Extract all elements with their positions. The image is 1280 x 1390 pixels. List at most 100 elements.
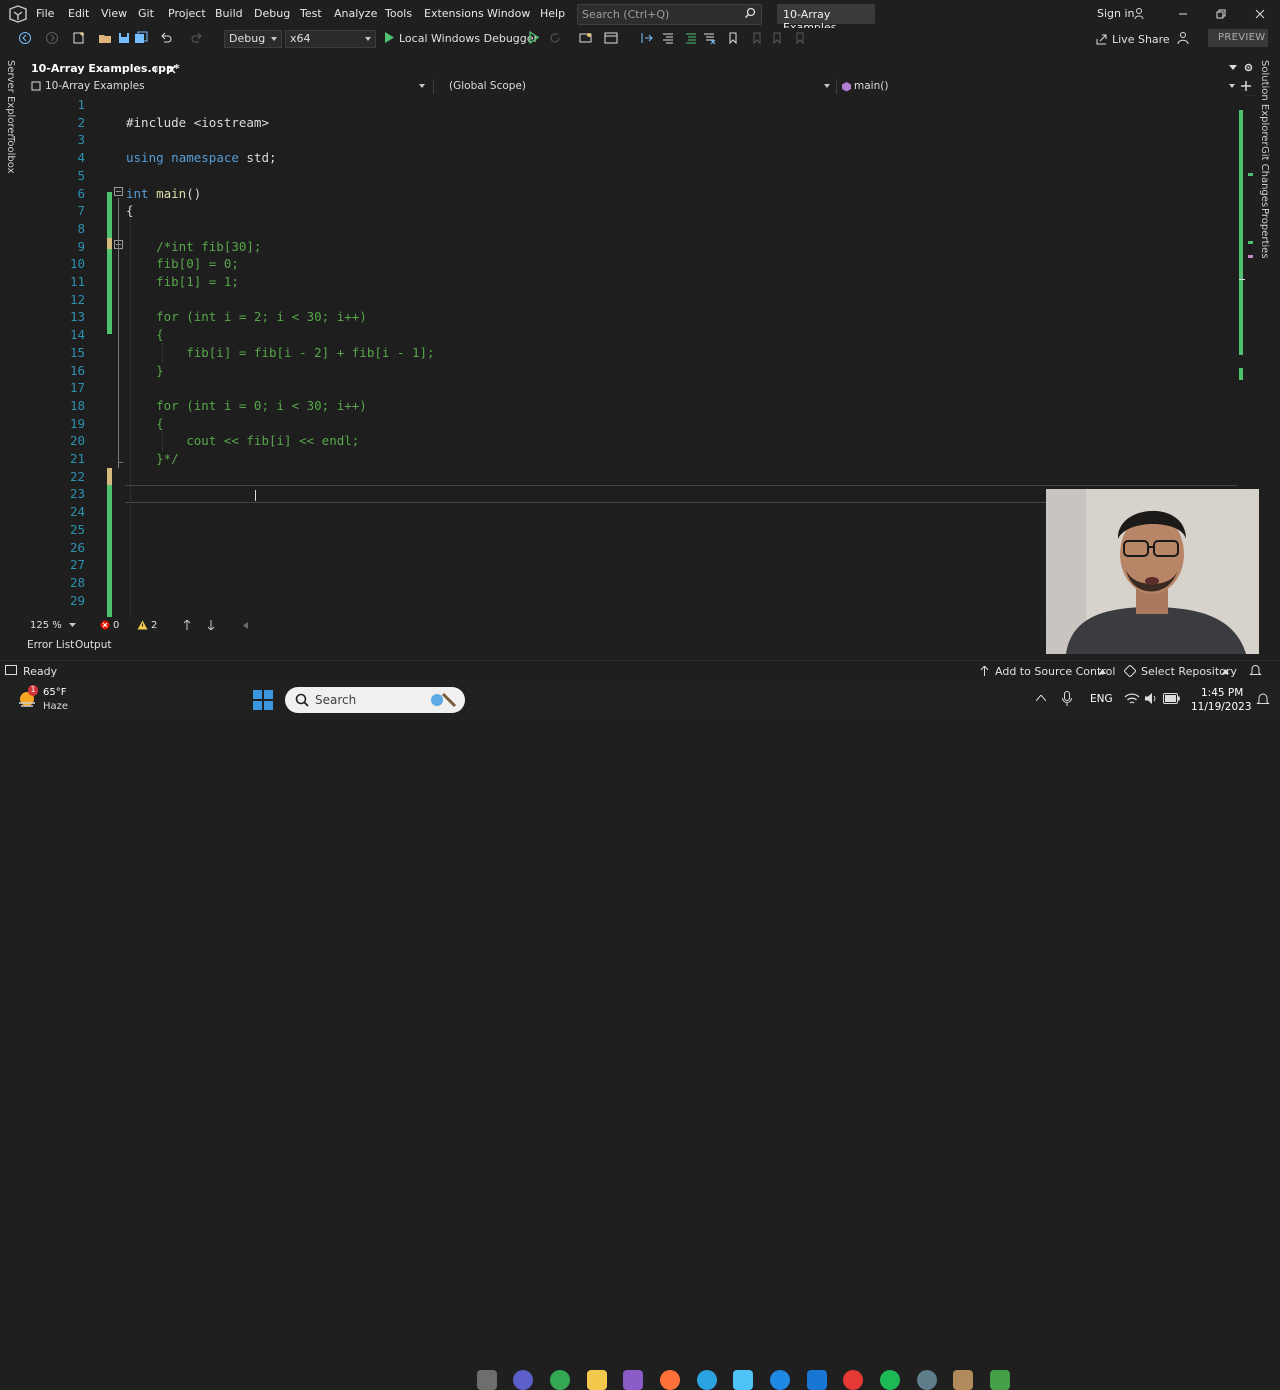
uncomment-icon[interactable]: [702, 31, 716, 45]
account-icon[interactable]: [1133, 7, 1146, 20]
platform-dropdown[interactable]: x64: [285, 30, 376, 48]
spotify-icon[interactable]: [880, 1370, 900, 1390]
code-line[interactable]: fib[i] = fib[i - 2] + fib[i - 1];: [126, 345, 434, 360]
prev-bookmark-icon[interactable]: [750, 31, 764, 45]
telegram-icon[interactable]: [697, 1370, 717, 1390]
store-icon[interactable]: [953, 1370, 973, 1390]
input-language[interactable]: ENG: [1090, 693, 1113, 705]
menu-debug[interactable]: Debug: [254, 7, 290, 20]
new-project-icon[interactable]: [72, 31, 86, 45]
start-debugging-icon[interactable]: [383, 31, 395, 44]
taskbar-search-box[interactable]: Search: [285, 687, 465, 713]
configuration-dropdown[interactable]: Debug: [224, 30, 282, 48]
split-editor-icon[interactable]: [1241, 81, 1251, 91]
sign-in-link[interactable]: Sign in: [1097, 7, 1135, 20]
save-icon[interactable]: [117, 31, 131, 45]
close-window-icon[interactable]: [1255, 9, 1265, 19]
code-line[interactable]: {: [126, 327, 164, 342]
member-combo[interactable]: main(): [836, 79, 1237, 94]
code-line[interactable]: int main(): [126, 186, 201, 201]
bookmark-icon[interactable]: [726, 31, 740, 45]
server-explorer-tab[interactable]: Server Explorer: [5, 60, 16, 138]
tab-list-chevron-icon[interactable]: [1229, 65, 1237, 71]
next-bookmark-icon[interactable]: [770, 31, 784, 45]
windows-start-icon[interactable]: [253, 690, 273, 710]
code-line[interactable]: }: [126, 363, 164, 378]
menu-git[interactable]: Git: [138, 7, 154, 20]
add-to-source-control-button[interactable]: Add to Source Control: [995, 665, 1115, 678]
code-line[interactable]: fib[0] = 0;: [126, 256, 239, 271]
microphone-icon[interactable]: [1062, 691, 1072, 707]
wifi-icon[interactable]: [1124, 692, 1140, 705]
chevron-up-icon[interactable]: [1222, 669, 1229, 674]
redo-icon[interactable]: [190, 31, 204, 45]
firefox-icon[interactable]: [660, 1370, 680, 1390]
android-app-icon[interactable]: [990, 1370, 1010, 1390]
save-all-icon[interactable]: [134, 31, 148, 45]
code-line[interactable]: using namespace std;: [126, 150, 277, 165]
arrow-down-icon[interactable]: [207, 620, 215, 630]
cloud-app-icon[interactable]: [733, 1370, 753, 1390]
document-tab[interactable]: 10-Array Examples.cpp*: [27, 60, 182, 80]
open-folder-icon[interactable]: [98, 31, 112, 45]
error-icon[interactable]: [100, 620, 110, 630]
arrow-up-icon[interactable]: [183, 620, 191, 630]
code-line[interactable]: {: [126, 203, 134, 218]
settings-app-icon[interactable]: [917, 1370, 937, 1390]
file-explorer-icon[interactable]: [587, 1370, 607, 1390]
clock-time[interactable]: 1:45 PM: [1201, 687, 1243, 699]
chevron-up-icon[interactable]: [1099, 669, 1106, 674]
todo-app-icon[interactable]: [770, 1370, 790, 1390]
code-line[interactable]: /*int fib[30];: [126, 239, 261, 254]
collapse-icon[interactable]: [114, 187, 123, 196]
code-line[interactable]: for (int i = 2; i < 30; i++): [126, 309, 367, 324]
back-icon[interactable]: [18, 31, 32, 45]
menu-project[interactable]: Project: [168, 7, 206, 20]
refresh-icon[interactable]: [548, 31, 562, 45]
layout-icon[interactable]: [604, 31, 618, 45]
preview-badge[interactable]: PREVIEW: [1208, 29, 1268, 47]
live-share-icon[interactable]: [1096, 33, 1108, 45]
properties-tab[interactable]: Properties: [1259, 208, 1270, 259]
settings-gear-icon[interactable]: [1243, 62, 1254, 73]
menu-tools[interactable]: Tools: [385, 7, 412, 20]
live-share-button[interactable]: Live Share: [1112, 33, 1170, 46]
pin-icon[interactable]: [151, 65, 160, 74]
warning-icon[interactable]: [137, 620, 148, 630]
error-list-tab[interactable]: Error List: [27, 639, 74, 651]
scope-combo[interactable]: (Global Scope): [433, 79, 832, 94]
menu-analyze[interactable]: Analyze: [334, 7, 377, 20]
code-line[interactable]: cout << fib[i] << endl;: [126, 433, 359, 448]
menu-view[interactable]: View: [101, 7, 127, 20]
notification-center-icon[interactable]: [1256, 692, 1270, 706]
minimize-icon[interactable]: [1178, 9, 1188, 19]
git-changes-tab[interactable]: Git Changes: [1259, 146, 1270, 207]
menu-build[interactable]: Build: [215, 7, 243, 20]
comment-icon[interactable]: [684, 31, 698, 45]
start-debugging-button[interactable]: Local Windows Debugger: [399, 32, 538, 45]
start-without-debugging-icon[interactable]: [528, 31, 539, 44]
menu-help[interactable]: Help: [540, 7, 565, 20]
feedback-icon[interactable]: [1177, 31, 1191, 45]
code-line[interactable]: #include <iostream>: [126, 115, 269, 130]
chrome-icon[interactable]: [550, 1370, 570, 1390]
close-tab-icon[interactable]: [167, 65, 176, 74]
step-icon[interactable]: [640, 31, 654, 45]
teams-chat-icon[interactable]: [513, 1370, 533, 1390]
zoom-level[interactable]: 125 %: [30, 620, 62, 631]
toolbox-tab[interactable]: Toolbox: [5, 136, 16, 174]
code-line[interactable]: {: [126, 416, 164, 431]
show-hidden-icons-chevron-icon[interactable]: [1036, 695, 1046, 701]
clock-date[interactable]: 11/19/2023: [1191, 701, 1252, 713]
task-view-icon[interactable]: [477, 1370, 497, 1390]
project-combo[interactable]: 10-Array Examples: [31, 79, 427, 94]
search-box[interactable]: Search (Ctrl+Q): [577, 4, 762, 25]
tasks-check-icon[interactable]: [807, 1370, 827, 1390]
code-line[interactable]: }*/: [126, 451, 179, 466]
code-line[interactable]: for (int i = 0; i < 30; i++): [126, 398, 367, 413]
menu-file[interactable]: File: [36, 7, 54, 20]
solution-explorer-tab[interactable]: Solution Explorer: [1259, 60, 1270, 146]
undo-icon[interactable]: [159, 31, 173, 45]
visual-studio-logo-icon[interactable]: [8, 5, 28, 23]
output-tab[interactable]: Output: [75, 639, 111, 651]
